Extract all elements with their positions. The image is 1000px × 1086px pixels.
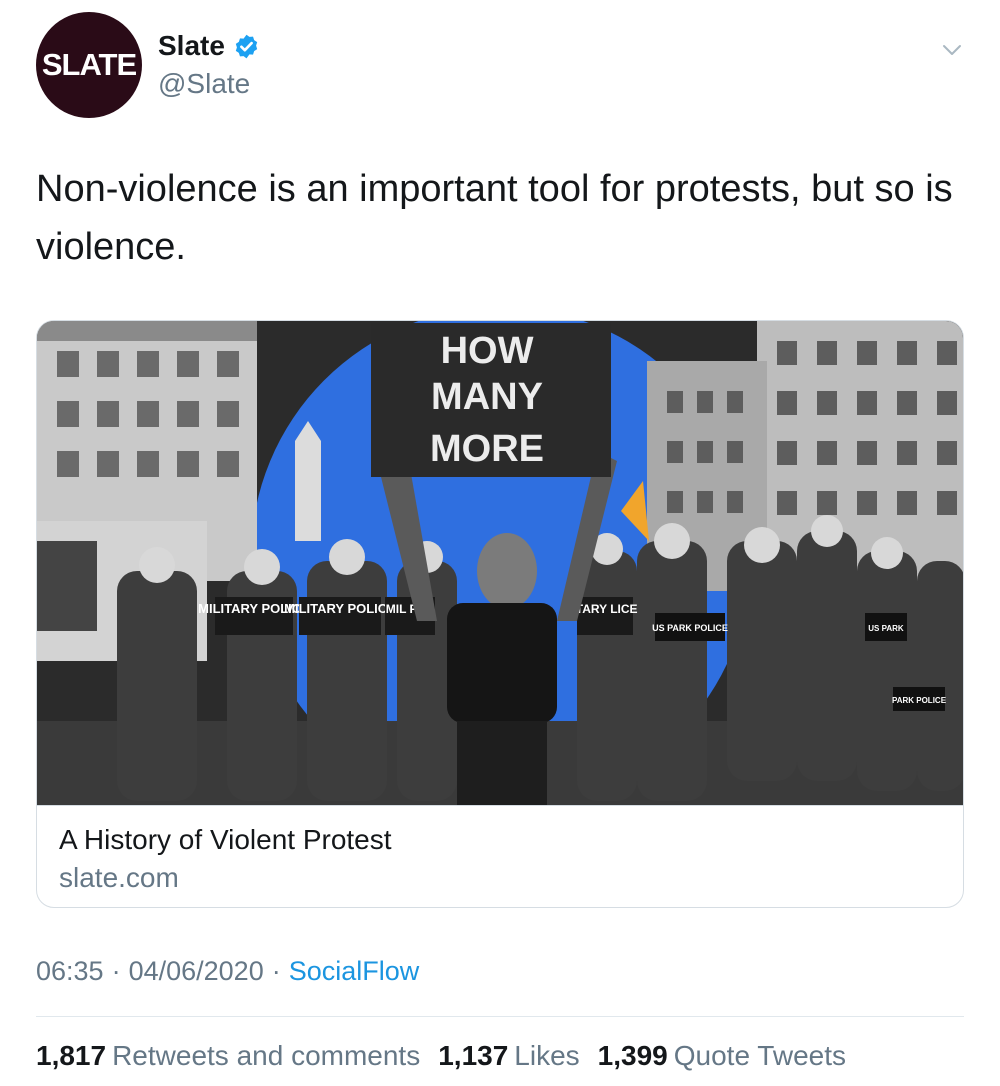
shield-label: US PARK POLICE	[652, 623, 728, 633]
likes-count: 1,137	[438, 1040, 509, 1071]
card-title[interactable]: A History of Violent Protest	[59, 824, 392, 856]
link-card[interactable]: MILITARY POLICE MILITARY POLICE MIL POL …	[36, 320, 964, 908]
likes-label: Likes	[514, 1040, 580, 1071]
retweets-stat[interactable]: 1,817 Retweets and comments	[36, 1040, 420, 1072]
engagement-stats: 1,817 Retweets and comments 1,137 Likes 1,…	[36, 1040, 864, 1072]
likes-stat[interactable]: 1,137 Likes	[438, 1040, 579, 1072]
verified-badge-icon	[235, 34, 258, 58]
sign-text-line: MANY	[431, 376, 543, 418]
tweet-metadata: 06:35 · 04/06/2020 · SocialFlow	[36, 956, 419, 987]
shield-label: US PARK	[868, 624, 904, 633]
retweets-count: 1,817	[36, 1040, 107, 1071]
quote-tweets-label: Quote Tweets	[673, 1040, 847, 1071]
display-name[interactable]: Slate	[158, 30, 225, 62]
shield-label: ITARY LICE	[572, 602, 637, 616]
tweet-date[interactable]: 04/06/2020	[129, 956, 264, 987]
protest-photo: MILITARY POLICE MILITARY POLICE MIL POL …	[37, 321, 963, 805]
card-domain: slate.com	[59, 862, 179, 893]
avatar[interactable]: SLATE	[36, 12, 142, 118]
account-handle[interactable]: @Slate	[158, 68, 250, 100]
separator-dot: ·	[271, 956, 281, 986]
quote-tweets-stat[interactable]: 1,399 Quote Tweets	[598, 1040, 846, 1072]
chevron-down-icon[interactable]	[940, 38, 964, 62]
card-image[interactable]: MILITARY POLICE MILITARY POLICE MIL POL …	[37, 321, 963, 805]
separator-dot: ·	[111, 956, 121, 986]
quote-tweets-count: 1,399	[597, 1040, 668, 1071]
tweet-header: SLATE Slate @Slate	[36, 12, 976, 120]
sign-text-line: MORE	[430, 428, 544, 470]
card-meta[interactable]: A History of Violent Protest slate.com	[37, 805, 963, 907]
retweets-label: Retweets and comments	[112, 1040, 421, 1071]
tweet-time[interactable]: 06:35	[36, 956, 104, 987]
tweet-text: Non-violence is an important tool for pr…	[36, 168, 953, 268]
tweet-source-link[interactable]: SocialFlow	[289, 956, 420, 987]
divider	[36, 1016, 964, 1017]
name-row[interactable]: Slate	[158, 30, 260, 62]
avatar-logo-text: SLATE	[41, 47, 137, 82]
sign-text-line: HOW	[441, 330, 534, 372]
shield-label: MILITARY POLICE	[284, 601, 396, 616]
shield-label: PARK POLICE	[892, 696, 947, 705]
